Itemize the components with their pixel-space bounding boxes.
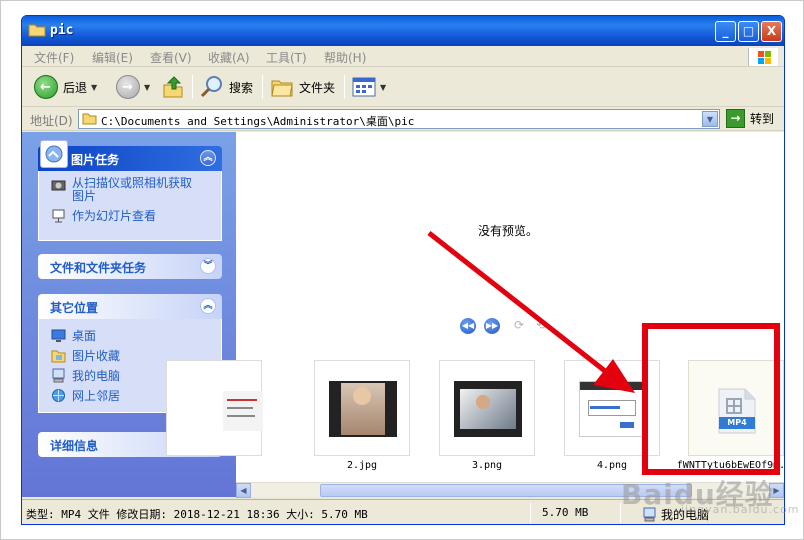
screenshot-frame: pic _ □ X 文件(F) 编辑(E) 查看(V) 收藏(A) 工具(T) … [0, 0, 804, 540]
watermark-url: jingyan.baidu.com [681, 503, 800, 516]
annotation-highlight-box [642, 323, 780, 475]
baidu-watermark: Baidu经验 jingyan.baidu.com [621, 473, 799, 516]
